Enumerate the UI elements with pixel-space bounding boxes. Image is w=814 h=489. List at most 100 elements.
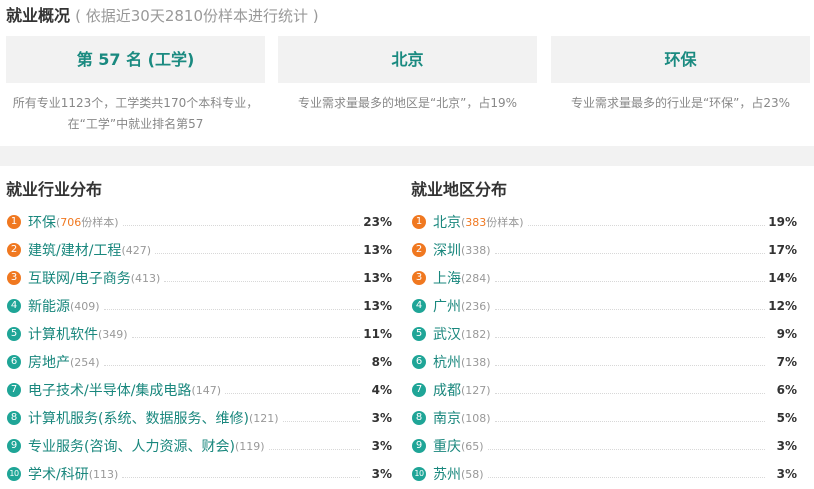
dotted-leader xyxy=(494,392,765,394)
region-row-line: 北京 (383份样本) xyxy=(433,208,769,236)
sample-count: (119) xyxy=(235,440,265,453)
rank-badge: 1 xyxy=(412,215,426,229)
industry-name-link[interactable]: 计算机服务(系统、数据服务、维修) xyxy=(28,408,249,428)
region-list: 1 北京 (383份样本) 19% 2 深圳 (338) 17% 3 上海 (284) 14% 4 广州(… xyxy=(411,208,803,488)
region-name-link[interactable]: 重庆 xyxy=(433,436,461,456)
industry-distribution-title: 就业行业分布 xyxy=(6,180,103,199)
industry-row: 4 新能源 (409) 13% xyxy=(6,292,398,320)
region-name-link[interactable]: 南京 xyxy=(433,408,461,428)
industry-row: 6 房地产 (254) 8% xyxy=(6,348,398,376)
industry-row-line: 计算机软件 (349) xyxy=(28,320,364,348)
rank-badge: 6 xyxy=(7,355,21,369)
sample-count: (121) xyxy=(249,412,279,425)
industry-row-line: 环保 (706份样本) xyxy=(28,208,364,236)
rank-badge: 9 xyxy=(7,439,21,453)
rank-badge: 10 xyxy=(7,467,21,481)
sample-count-suffix: (65) xyxy=(461,439,484,453)
percentage: 4% xyxy=(371,383,392,397)
region-row-line: 重庆 (65) xyxy=(433,432,769,460)
industry-row-line: 学术/科研 (113) xyxy=(28,460,364,488)
sample-count: (427) xyxy=(121,244,151,257)
rank-badge: 2 xyxy=(7,243,21,257)
dotted-leader xyxy=(494,420,765,422)
percentage: 13% xyxy=(363,299,392,313)
dotted-leader xyxy=(494,364,765,366)
percentage: 13% xyxy=(363,243,392,257)
dotted-leader xyxy=(225,392,360,394)
region-name-link[interactable]: 北京 xyxy=(433,212,461,232)
dotted-leader xyxy=(494,252,765,254)
region-name-link[interactable]: 广州 xyxy=(433,296,461,316)
industry-name-link[interactable]: 专业服务(咨询、人力资源、财会) xyxy=(28,436,235,456)
sample-count-suffix: 份样本) xyxy=(81,216,119,229)
industry-row-line: 建筑/建材/工程 (427) xyxy=(28,236,364,264)
dotted-leader xyxy=(494,280,765,282)
percentage: 11% xyxy=(363,327,392,341)
rank-badge: 2 xyxy=(412,243,426,257)
industry-row: 1 环保 (706份样本) 23% xyxy=(6,208,398,236)
industry-name-link[interactable]: 学术/科研 xyxy=(28,464,89,484)
sample-count-suffix: (113) xyxy=(88,467,119,481)
dotted-leader xyxy=(282,420,360,422)
region-row: 5 武汉 (182) 9% xyxy=(411,320,803,348)
percentage: 19% xyxy=(768,215,797,229)
sample-count-suffix: (413) xyxy=(130,271,161,285)
industry-name-link[interactable]: 电子技术/半导体/集成电路 xyxy=(28,380,191,400)
rank-card-desc: 所有专业1123个，工学类共170个本科专业，在“工学”中就业排名第57 xyxy=(12,96,259,131)
dotted-leader xyxy=(487,476,765,478)
region-name-link[interactable]: 苏州 xyxy=(433,464,461,484)
industry-list: 1 环保 (706份样本) 23% 2 建筑/建材/工程 (427) 13% 3 互联网/电子商务… xyxy=(6,208,398,488)
percentage: 3% xyxy=(371,411,392,425)
percentage: 23% xyxy=(363,215,392,229)
section-subtitle: ( 依据近30天2810份样本进行统计 ) xyxy=(75,7,319,25)
sample-count-suffix: (236) xyxy=(461,299,491,313)
sample-count-suffix: (127) xyxy=(461,383,491,397)
region-row: 4 广州 (236) 12% xyxy=(411,292,803,320)
sample-count-suffix: (121) xyxy=(248,411,279,425)
sample-count: (138) xyxy=(461,356,491,369)
industry-row: 9 专业服务(咨询、人力资源、财会) (119) 3% xyxy=(6,432,398,460)
top-region-card: 北京 专业需求量最多的地区是“北京”，占19% xyxy=(278,36,537,114)
region-distribution: 就业地区分布 1 北京 (383份样本) 19% 2 深圳 (338) 17% 3 上海 (284)… xyxy=(411,178,803,488)
section-title: 就业概况 xyxy=(6,6,71,25)
percentage: 3% xyxy=(371,467,392,481)
region-row-line: 深圳 (338) xyxy=(433,236,769,264)
region-name-link[interactable]: 深圳 xyxy=(433,240,461,260)
industry-row: 10 学术/科研 (113) 3% xyxy=(6,460,398,488)
rank-badge: 10 xyxy=(412,467,426,481)
percentage: 14% xyxy=(768,271,797,285)
industry-name-link[interactable]: 环保 xyxy=(28,212,56,232)
dotted-leader xyxy=(155,252,360,254)
top-industry-card-value: 环保 xyxy=(551,36,810,83)
percentage: 8% xyxy=(371,355,392,369)
sample-count: (284) xyxy=(461,272,491,285)
sample-count: (236) xyxy=(461,300,491,313)
region-name-link[interactable]: 成都 xyxy=(433,380,461,400)
percentage: 17% xyxy=(768,243,797,257)
dotted-leader xyxy=(122,476,360,478)
region-row-line: 武汉 (182) xyxy=(433,320,769,348)
region-name-link[interactable]: 杭州 xyxy=(433,352,461,372)
section-divider xyxy=(0,146,814,166)
region-name-link[interactable]: 武汉 xyxy=(433,324,461,344)
top-region-card-value: 北京 xyxy=(278,36,537,83)
industry-name-link[interactable]: 计算机软件 xyxy=(28,324,98,344)
industry-distribution: 就业行业分布 1 环保 (706份样本) 23% 2 建筑/建材/工程 (427) 13% 3 互… xyxy=(6,178,398,488)
rank-badge: 9 xyxy=(412,439,426,453)
industry-row-line: 电子技术/半导体/集成电路 (147) xyxy=(28,376,364,404)
region-distribution-title: 就业地区分布 xyxy=(411,180,508,199)
region-row: 2 深圳 (338) 17% xyxy=(411,236,803,264)
industry-name-link[interactable]: 新能源 xyxy=(28,296,70,316)
region-name-link[interactable]: 上海 xyxy=(433,268,461,288)
percentage: 7% xyxy=(776,355,797,369)
industry-name-link[interactable]: 互联网/电子商务 xyxy=(28,268,131,288)
sample-count-suffix: (349) xyxy=(98,327,128,341)
dotted-leader xyxy=(103,364,360,366)
percentage: 3% xyxy=(776,467,797,481)
sample-count: (113) xyxy=(89,468,119,481)
region-row: 3 上海 (284) 14% xyxy=(411,264,803,292)
sample-count-suffix: (182) xyxy=(461,327,491,341)
industry-name-link[interactable]: 建筑/建材/工程 xyxy=(28,240,121,260)
industry-name-link[interactable]: 房地产 xyxy=(28,352,70,372)
percentage: 3% xyxy=(776,439,797,453)
